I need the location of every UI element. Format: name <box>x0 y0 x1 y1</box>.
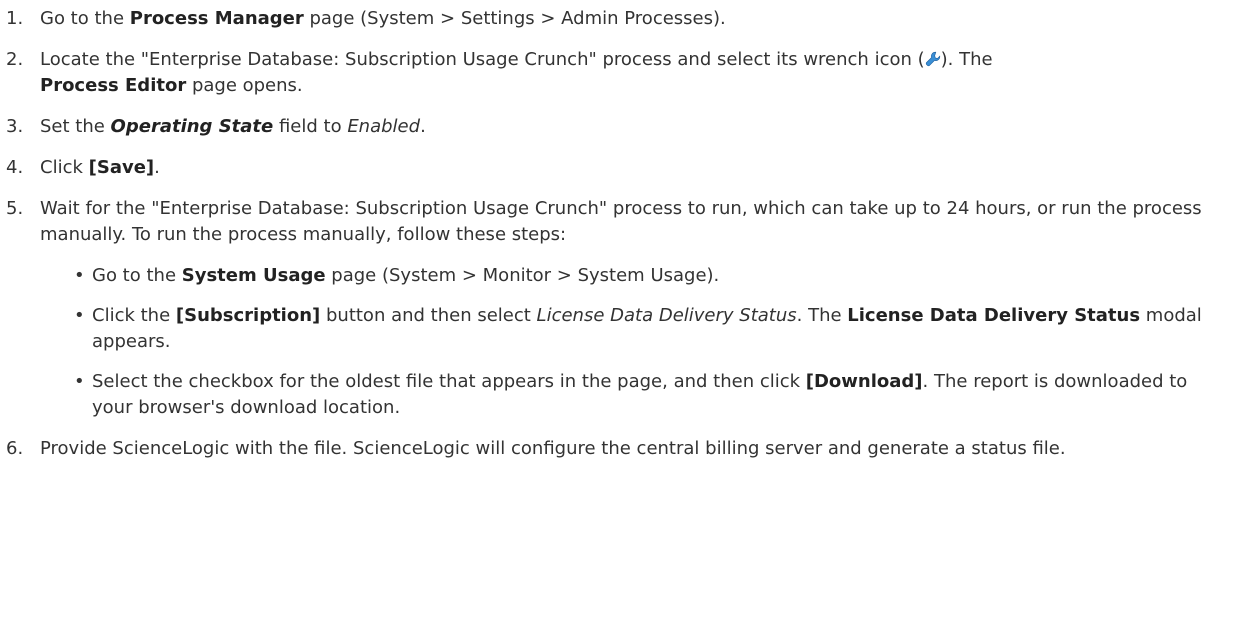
wrench-icon <box>925 49 941 67</box>
ui-label-save: [Save] <box>88 157 155 178</box>
step-6: 6. Provide ScienceLogic with the file. S… <box>6 436 1232 462</box>
ui-label-system-usage: System Usage <box>181 265 326 286</box>
ui-label-subscription: [Subscription] <box>175 305 321 326</box>
step-number: 1. <box>6 8 24 29</box>
sub-step: • Select the checkbox for the oldest fil… <box>74 371 1188 418</box>
step-text: Set the Operating State field to Enabled… <box>40 116 426 137</box>
document-page: 1. Go to the Process Manager page (Syste… <box>0 0 1238 624</box>
option-license-data-delivery-status: License Data Delivery Status <box>536 305 797 326</box>
step-text: Click [Save]. <box>40 157 160 178</box>
step-1: 1. Go to the Process Manager page (Syste… <box>6 6 1232 32</box>
bullet-icon: • <box>74 305 85 326</box>
sub-steps: • Go to the System Usage page (System > … <box>40 263 1232 421</box>
sub-step: • Go to the System Usage page (System > … <box>74 263 1232 289</box>
step-number: 2. <box>6 49 24 70</box>
step-number: 5. <box>6 198 24 219</box>
bullet-icon: • <box>74 371 85 392</box>
step-number: 6. <box>6 438 24 459</box>
step-5: 5. Wait for the "Enterprise Database: Su… <box>6 196 1232 421</box>
step-3: 3. Set the Operating State field to Enab… <box>6 114 1232 140</box>
bullet-icon: • <box>74 265 85 286</box>
step-4: 4. Click [Save]. <box>6 155 1232 181</box>
step-number: 3. <box>6 116 24 137</box>
field-name-operating-state: Operating State <box>110 116 274 137</box>
step-text: Locate the "Enterprise Database: Subscri… <box>40 49 993 96</box>
step-text: Provide ScienceLogic with the file. Scie… <box>40 438 1066 459</box>
option-enabled: Enabled <box>347 116 421 137</box>
sub-step: • Click the [Subscription] button and th… <box>74 305 1202 352</box>
procedure-steps: 1. Go to the Process Manager page (Syste… <box>6 6 1232 462</box>
step-2: 2. Locate the "Enterprise Database: Subs… <box>6 47 1232 99</box>
ui-label-process-editor: Process Editor <box>40 75 187 96</box>
step-number: 4. <box>6 157 24 178</box>
step-text: Go to the Process Manager page (System >… <box>40 8 726 29</box>
ui-label-process-manager: Process Manager <box>129 8 304 29</box>
ui-label-license-data-delivery-status: License Data Delivery Status <box>847 305 1141 326</box>
ui-label-download: [Download] <box>805 371 923 392</box>
step-text: Wait for the "Enterprise Database: Subsc… <box>40 198 1202 245</box>
